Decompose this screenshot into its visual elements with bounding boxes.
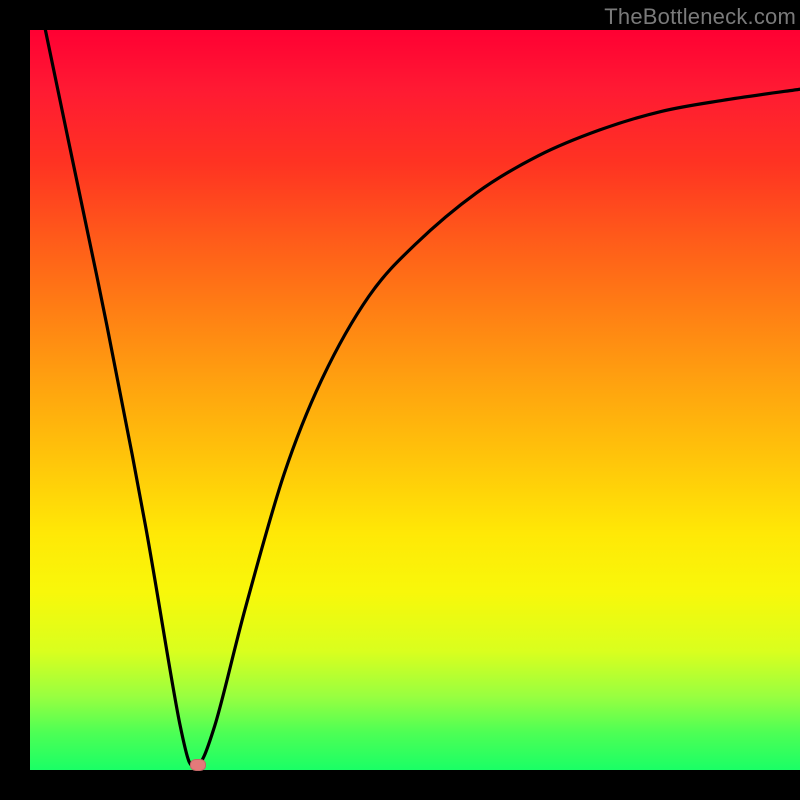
bottleneck-curve	[45, 30, 800, 766]
chart-frame: TheBottleneck.com	[0, 0, 800, 800]
plot-area	[30, 30, 800, 770]
curve-svg	[30, 30, 800, 770]
optimum-marker	[190, 759, 206, 771]
watermark-text: TheBottleneck.com	[604, 4, 796, 30]
